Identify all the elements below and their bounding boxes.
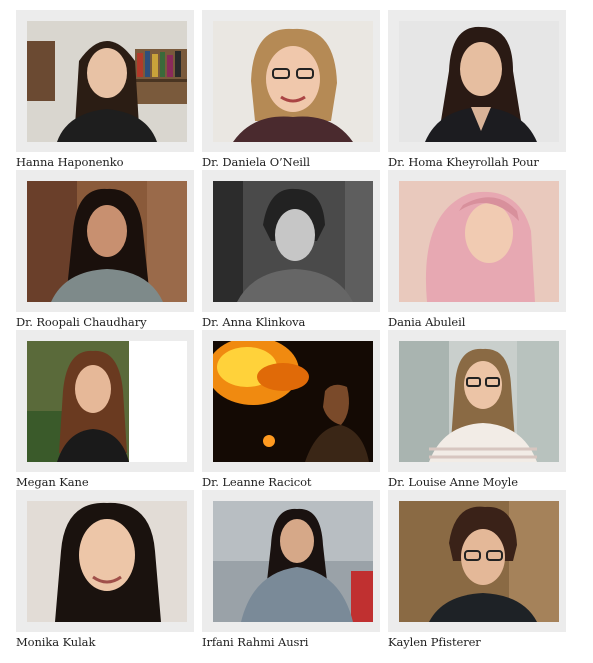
profile-photo[interactable] — [27, 21, 187, 142]
photo-frame — [16, 490, 194, 632]
profile-photo[interactable] — [27, 341, 187, 462]
profile-name[interactable]: Megan Kane — [16, 475, 194, 489]
profile-card[interactable]: Dr. Roopali Chaudhary — [16, 170, 194, 329]
profile-name[interactable]: Dr. Daniela O’Neill — [202, 155, 380, 169]
photo-frame — [202, 170, 380, 312]
profile-photo[interactable] — [27, 181, 187, 302]
profile-card[interactable]: Irfani Rahmi Ausri — [202, 490, 380, 649]
profile-card[interactable]: Dr. Daniela O’Neill — [202, 10, 380, 169]
profile-photo[interactable] — [213, 181, 373, 302]
profile-card[interactable]: Dr. Louise Anne Moyle — [388, 330, 566, 489]
profile-card[interactable]: Monika Kulak — [16, 490, 194, 649]
photo-frame — [16, 330, 194, 472]
profile-name[interactable]: Irfani Rahmi Ausri — [202, 635, 380, 649]
photo-frame — [388, 10, 566, 152]
profile-card[interactable]: Kaylen Pfisterer — [388, 490, 566, 649]
profile-card[interactable]: Dr. Leanne Racicot — [202, 330, 380, 489]
profile-photo[interactable] — [399, 501, 559, 622]
photo-frame — [388, 490, 566, 632]
photo-frame — [202, 490, 380, 632]
profile-name[interactable]: Dr. Homa Kheyrollah Pour — [388, 155, 566, 169]
profile-photo[interactable] — [399, 21, 559, 142]
photo-frame — [388, 170, 566, 312]
photo-frame — [16, 10, 194, 152]
profile-name[interactable]: Dr. Louise Anne Moyle — [388, 475, 566, 489]
profile-name[interactable]: Monika Kulak — [16, 635, 194, 649]
profile-name[interactable]: Dr. Anna Klinkova — [202, 315, 380, 329]
profile-card[interactable]: Megan Kane — [16, 330, 194, 489]
profile-photo[interactable] — [27, 501, 187, 622]
photo-frame — [388, 330, 566, 472]
profile-card[interactable]: Dania Abuleil — [388, 170, 566, 329]
profile-photo[interactable] — [399, 181, 559, 302]
photo-frame — [16, 170, 194, 312]
profile-name[interactable]: Dania Abuleil — [388, 315, 566, 329]
photo-frame — [202, 330, 380, 472]
profile-name[interactable]: Dr. Leanne Racicot — [202, 475, 380, 489]
profile-photo[interactable] — [399, 341, 559, 462]
photo-frame — [202, 10, 380, 152]
profile-card[interactable]: Dr. Anna Klinkova — [202, 170, 380, 329]
profile-card[interactable]: Hanna Haponenko — [16, 10, 194, 169]
profile-name[interactable]: Kaylen Pfisterer — [388, 635, 566, 649]
profile-card[interactable]: Dr. Homa Kheyrollah Pour — [388, 10, 566, 169]
profile-name[interactable]: Dr. Roopali Chaudhary — [16, 315, 194, 329]
profile-photo[interactable] — [213, 501, 373, 622]
profile-photo[interactable] — [213, 341, 373, 462]
profile-photo[interactable] — [213, 21, 373, 142]
profile-name[interactable]: Hanna Haponenko — [16, 155, 194, 169]
